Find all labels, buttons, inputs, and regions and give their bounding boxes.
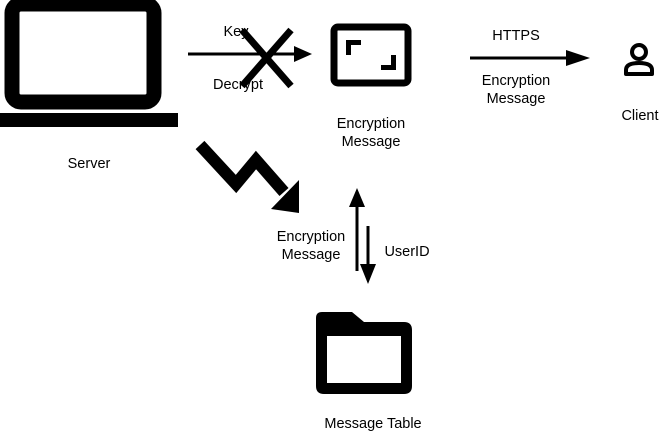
client-label: Client <box>621 108 659 124</box>
edge-message-to-client <box>470 50 590 66</box>
diagram-canvas <box>0 0 654 394</box>
message-table-label: Message Table <box>324 416 422 432</box>
edge-server-to-message <box>188 46 312 62</box>
person-icon <box>624 43 654 76</box>
edge-message-to-table <box>360 226 376 284</box>
key-label: Key <box>223 24 249 40</box>
userid-label: UserID <box>384 244 430 260</box>
decrypt-label: Decrypt <box>213 77 263 93</box>
framed-corners-icon <box>330 23 412 87</box>
folder-icon <box>316 312 412 394</box>
zigzag-arrow-icon <box>195 140 299 213</box>
table-edge-message-label: Encryption Message <box>276 229 346 263</box>
client-edge-message-label: Encryption Message <box>481 73 551 107</box>
server-label: Server <box>67 156 111 172</box>
laptop-icon <box>0 0 178 127</box>
https-label: HTTPS <box>492 28 540 44</box>
encryption-message-label: Encryption Message <box>336 116 406 150</box>
